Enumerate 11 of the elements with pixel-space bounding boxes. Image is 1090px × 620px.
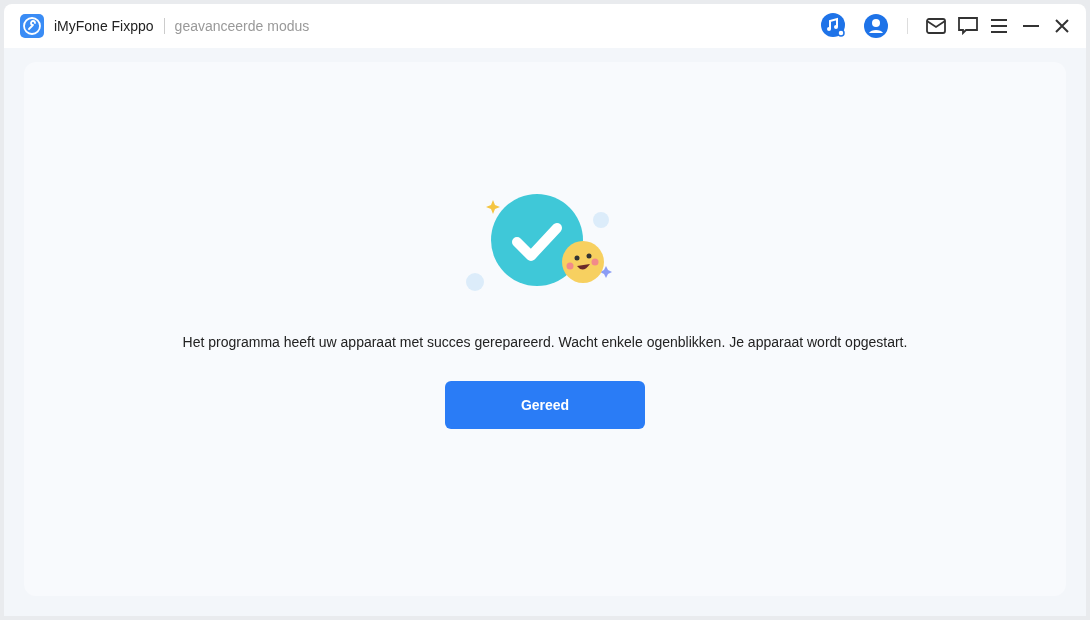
music-search-icon[interactable] <box>821 13 847 39</box>
minimize-icon[interactable] <box>1022 24 1040 28</box>
success-message: Het programma heeft uw apparaat met succes gerepareerd. Wacht enkele ogenblikken. Je apparaat wordt opgestart. <box>182 333 908 352</box>
chat-icon[interactable] <box>958 17 978 35</box>
menu-icon[interactable] <box>990 18 1008 34</box>
done-button[interactable]: Gereed <box>445 381 645 429</box>
mail-icon[interactable] <box>926 18 946 34</box>
user-icon[interactable] <box>863 13 889 39</box>
app-title: iMyFone Fixppo <box>54 16 154 36</box>
mode-label: geavanceerde modus <box>174 16 310 36</box>
close-icon[interactable] <box>1054 18 1070 34</box>
